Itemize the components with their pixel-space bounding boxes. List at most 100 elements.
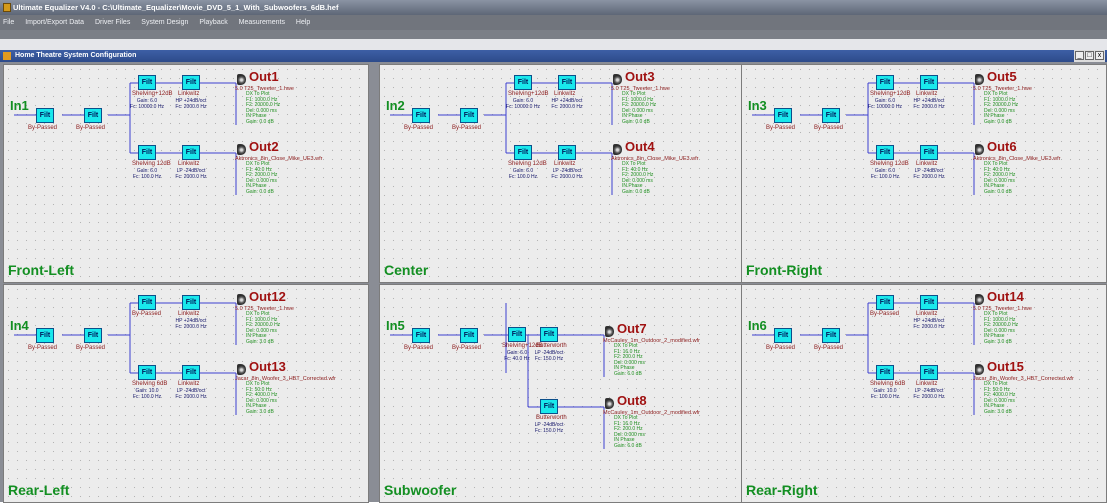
filter-name-label: Linkwitz: [554, 161, 576, 167]
panel-label: Rear-Right: [746, 482, 818, 498]
filter-name-label: Shelving 6dB: [870, 381, 906, 387]
filter-block[interactable]: Filt: [558, 145, 576, 160]
filter-block[interactable]: Filt: [84, 108, 102, 123]
filter-block[interactable]: Filt: [920, 365, 938, 380]
app-icon: [3, 3, 11, 12]
filter-block[interactable]: Filt: [876, 295, 894, 310]
channel-panel: In1 Filt By-Passed Filt By-Passed Filt Shelvin…: [3, 64, 369, 283]
filter-block[interactable]: Filt: [412, 108, 430, 123]
output-label: Out3: [625, 69, 655, 84]
speaker-icon[interactable]: [975, 364, 984, 375]
filter-cutoff: Fc: 2000.0 Hz: [913, 174, 945, 180]
filter-block[interactable]: Filt: [540, 327, 558, 342]
configuration-canvas: In1 Filt By-Passed Filt By-Passed Filt Shelvin…: [0, 62, 1107, 503]
output-label: Out6: [987, 139, 1017, 154]
filter-block[interactable]: Filt: [876, 365, 894, 380]
filter-name-label: By-Passed: [870, 311, 900, 317]
filter-name-label: Shelving 12dB: [508, 161, 547, 167]
menu-help[interactable]: Help: [296, 19, 310, 26]
filter-name-label: Butterworth: [536, 415, 567, 421]
filter-cutoff: Fc: 2000.0 Hz: [551, 104, 583, 110]
filter-block[interactable]: Filt: [182, 75, 200, 90]
panel-label: Front-Left: [8, 262, 75, 278]
filter-block[interactable]: Filt: [920, 75, 938, 90]
filter-cutoff: Fc: 150.0 Hz: [534, 428, 564, 434]
filter-block[interactable]: Filt: [774, 108, 792, 123]
filter-block[interactable]: Filt: [558, 75, 576, 90]
filter-block[interactable]: Filt: [514, 75, 532, 90]
filter-status-label: By-Passed: [814, 125, 844, 131]
filter-block[interactable]: Filt: [36, 108, 54, 123]
speaker-icon[interactable]: [613, 74, 622, 85]
menu-measurements[interactable]: Measurements: [239, 19, 285, 26]
filter-block[interactable]: Filt: [540, 399, 558, 414]
child-window-title: Home Theatre System Configuration: [15, 52, 137, 59]
filter-block[interactable]: Filt: [514, 145, 532, 160]
filter-block[interactable]: Filt: [138, 295, 156, 310]
speaker-icon[interactable]: [605, 326, 614, 337]
filter-block[interactable]: Filt: [138, 365, 156, 380]
toolbar-area: [0, 30, 1107, 50]
filter-name-label: Linkwitz: [916, 161, 938, 167]
menu-bar: File Import/Export Data Driver Files Sys…: [0, 15, 1107, 30]
input-label: In4: [10, 318, 29, 333]
menu-playback[interactable]: Playback: [199, 19, 227, 26]
filter-block[interactable]: Filt: [460, 328, 478, 343]
output-details: DX To Plot F1: 40.0 Hz F2: 2000.0 Hz Del…: [246, 161, 278, 195]
panel-label: Front-Right: [746, 262, 823, 278]
output-label: Out7: [617, 321, 647, 336]
filter-block[interactable]: Filt: [138, 75, 156, 90]
filter-block[interactable]: Filt: [182, 295, 200, 310]
menu-import-export[interactable]: Import/Export Data: [25, 19, 84, 26]
filter-block[interactable]: Filt: [920, 145, 938, 160]
speaker-icon[interactable]: [605, 398, 614, 409]
output-details: DX To Plot F1: 50.0 Hz F2: 4000.0 Hz Del…: [984, 381, 1016, 415]
filter-block[interactable]: Filt: [822, 328, 840, 343]
filter-cutoff: Fc: 2000.0 Hz: [175, 174, 207, 180]
filter-status-label: By-Passed: [76, 125, 106, 131]
filter-block[interactable]: Filt: [36, 328, 54, 343]
filter-block[interactable]: Filt: [84, 328, 102, 343]
filter-status-label: By-Passed: [452, 345, 482, 351]
menu-system-design[interactable]: System Design: [141, 19, 188, 26]
speaker-icon[interactable]: [613, 144, 622, 155]
filter-name-label: Linkwitz: [916, 311, 938, 317]
channel-panel: In2 Filt By-Passed Filt By-Passed Filt Shelvin…: [379, 64, 745, 283]
output-details: DX To Plot F1: 1000.0 Hz F2: 20000.0 Hz …: [246, 91, 281, 125]
speaker-icon[interactable]: [237, 364, 246, 375]
menu-driver-files[interactable]: Driver Files: [95, 19, 130, 26]
filter-status-label: By-Passed: [766, 345, 796, 351]
menu-file[interactable]: File: [3, 19, 14, 26]
filter-block[interactable]: Filt: [822, 108, 840, 123]
speaker-icon[interactable]: [975, 74, 984, 85]
filter-block[interactable]: Filt: [182, 365, 200, 380]
filter-name-label: Shelving 12dB: [870, 161, 909, 167]
channel-panel: In3 Filt By-Passed Filt By-Passed Filt Shelvin…: [741, 64, 1107, 283]
filter-cutoff: Fc: 150.0 Hz: [534, 356, 564, 362]
filter-status-label: By-Passed: [76, 345, 106, 351]
filter-status-label: By-Passed: [404, 345, 434, 351]
speaker-icon[interactable]: [237, 294, 246, 305]
filter-block[interactable]: Filt: [876, 75, 894, 90]
speaker-icon[interactable]: [975, 144, 984, 155]
signal-wires: [390, 303, 605, 449]
filter-block[interactable]: Filt: [182, 145, 200, 160]
filter-block[interactable]: Filt: [508, 327, 526, 342]
speaker-icon[interactable]: [975, 294, 984, 305]
filter-block[interactable]: Filt: [774, 328, 792, 343]
speaker-icon[interactable]: [237, 144, 246, 155]
output-details: DX To Plot F1: 1000.0 Hz F2: 20000.0 Hz …: [622, 91, 657, 125]
output-label: Out14: [987, 289, 1024, 304]
filter-block[interactable]: Filt: [460, 108, 478, 123]
filter-block[interactable]: Filt: [138, 145, 156, 160]
output-details: DX To Plot F1: 1000.0 Hz F2: 20000.0 Hz …: [984, 91, 1019, 125]
close-button[interactable]: x: [1095, 51, 1104, 60]
restore-button[interactable]: □: [1085, 51, 1094, 60]
speaker-icon[interactable]: [237, 74, 246, 85]
filter-block[interactable]: Filt: [876, 145, 894, 160]
filter-block[interactable]: Filt: [412, 328, 430, 343]
filter-block[interactable]: Filt: [920, 295, 938, 310]
output-details: DX To Plot F1: 40.0 Hz F2: 2000.0 Hz Del…: [984, 161, 1016, 195]
minimize-button[interactable]: _: [1075, 51, 1084, 60]
filter-name-label: Linkwitz: [554, 91, 576, 97]
